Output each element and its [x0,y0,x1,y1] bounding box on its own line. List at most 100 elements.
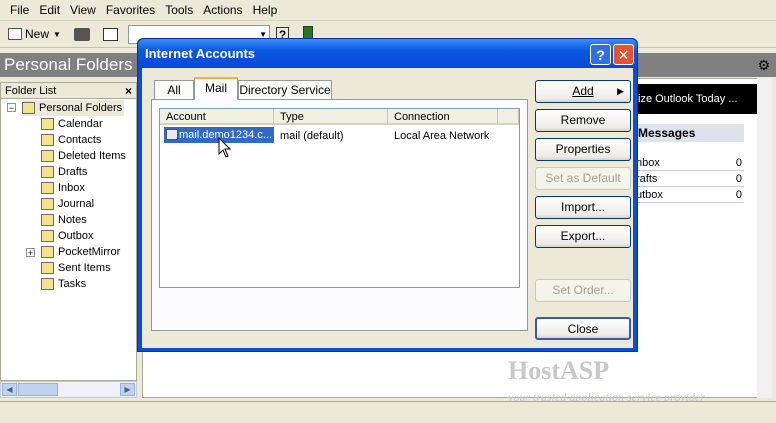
printer-icon [74,27,90,41]
dialog-titlebar[interactable]: Internet Accounts ? ✕ [138,39,637,68]
new-button[interactable]: New ▼ [8,24,61,44]
menu-tools[interactable]: Tools [160,0,198,17]
print-button[interactable] [74,24,90,44]
scroll-right-icon[interactable]: ▶ [120,383,135,396]
tree-label: Personal Folders [39,102,123,114]
tree-item-calendar[interactable]: Calendar [41,116,103,132]
messages-header: Messages [636,124,744,142]
inbox-icon [41,182,54,194]
tab-directory-service[interactable]: Directory Service [238,80,332,99]
tree-label: Outbox [58,230,94,242]
row-count: 0 [735,173,742,185]
deleted-items-icon [41,150,54,162]
accounts-list[interactable]: Account Type Connection mail.demo1234.c.… [159,108,520,288]
folder-tree: − Personal Folders Calendar Contacts Del… [0,99,137,381]
sent-items-icon [41,262,54,274]
scroll-thumb[interactable] [18,383,58,396]
tree-label: Calendar [58,118,103,130]
collapse-toggle[interactable]: − [7,103,16,113]
properties-button[interactable]: Properties [535,138,631,161]
tree-item-notes[interactable]: Notes [41,212,87,228]
export-button[interactable]: Export... [535,225,631,248]
chevron-right-icon: ▶ [617,86,624,96]
tree-label: Drafts [58,166,88,178]
contacts-icon [41,134,54,146]
account-type: mail (default) [280,130,344,142]
journal-icon [41,198,54,210]
status-bar [0,401,776,423]
gear-icon[interactable]: ⚙ [757,57,770,74]
tree-item-pocketmirror[interactable]: PocketMirror [41,244,120,260]
remove-button[interactable]: Remove [535,109,631,132]
menu-help[interactable]: Help [248,0,283,17]
messages-row-inbox[interactable]: nbox 0 [636,155,744,171]
close-icon[interactable]: ✕ [613,44,634,65]
close-button[interactable]: Close [535,317,631,340]
calendar-icon [41,118,54,130]
menu-edit[interactable]: Edit [34,0,65,17]
tree-item-sent-items[interactable]: Sent Items [41,260,111,276]
tree-label: Journal [58,198,95,210]
mail-account-icon [166,129,178,140]
folder-list-label: Folder List [5,85,57,97]
tree-item-drafts[interactable]: Drafts [41,164,87,180]
expand-toggle[interactable]: + [26,248,35,258]
tasks-icon [41,278,54,290]
tree-label: Contacts [58,134,102,146]
set-order-button[interactable]: Set Order... [535,279,631,302]
row-label: nbox [636,157,660,169]
tree-item-deleted-items[interactable]: Deleted Items [41,148,126,164]
pocketmirror-icon [41,246,54,258]
menu-view[interactable]: View [65,0,101,17]
personal-folders-icon [22,102,35,114]
folder-list-header: Folder List × [0,82,137,99]
set-as-default-button[interactable]: Set as Default [535,167,631,190]
tab-all[interactable]: All [154,80,194,99]
new-mail-icon [8,28,22,40]
row-count: 0 [735,157,742,169]
tree-label: Notes [58,214,87,226]
tree-label: Inbox [58,182,85,194]
menu-file[interactable]: File [0,0,34,17]
close-icon[interactable]: × [125,83,132,100]
column-connection[interactable]: Connection [388,109,498,125]
menu-actions[interactable]: Actions [198,0,247,17]
outbox-icon [41,230,54,242]
drafts-icon [41,166,54,178]
mouse-pointer-icon [218,137,232,158]
add-button-label: Add [572,84,594,98]
tree-item-personal-folders[interactable]: Personal Folders [22,100,125,116]
tree-item-journal[interactable]: Journal [41,196,94,212]
help-icon[interactable]: ? [590,44,611,65]
menu-favorites[interactable]: Favorites [101,0,160,17]
menu-bar: File Edit View Favorites Tools Actions Help [0,0,776,21]
import-button[interactable]: Import... [535,196,631,219]
tree-item-inbox[interactable]: Inbox [41,180,85,196]
row-label: rafts [636,173,658,185]
column-type[interactable]: Type [274,109,388,125]
vertical-scrollbar[interactable] [757,78,772,398]
tree-item-outbox[interactable]: Outbox [41,228,93,244]
tree-label: Tasks [58,278,87,290]
tree-item-tasks[interactable]: Tasks [41,276,86,292]
scroll-left-icon[interactable]: ◀ [2,383,17,396]
row-count: 0 [735,189,742,201]
column-account[interactable]: Account [160,109,274,125]
add-button[interactable]: Add ▶ [535,80,631,103]
dialog-body: All Mail Directory Service Account Type … [142,68,633,348]
new-button-label: New [25,27,50,41]
customize-outlook-today-link[interactable]: ize Outlook Today ... [636,84,772,114]
tab-mail[interactable]: Mail [194,77,238,100]
tree-item-contacts[interactable]: Contacts [41,132,101,148]
internet-accounts-dialog: Internet Accounts ? ✕ All Mail Directory… [137,38,638,352]
tree-label: PocketMirror [58,246,121,258]
tree-label: Sent Items [58,262,111,274]
horizontal-scrollbar[interactable]: ◀ ▶ [0,381,137,398]
tab-panel: Account Type Connection mail.demo1234.c.… [151,99,528,331]
address-book-button[interactable] [103,24,118,44]
notes-icon [41,214,54,226]
column-filler [498,109,519,125]
watermark-brand: HostASP [508,356,610,385]
messages-row-drafts[interactable]: rafts 0 [636,171,744,187]
messages-row-outbox[interactable]: utbox 0 [636,187,744,203]
